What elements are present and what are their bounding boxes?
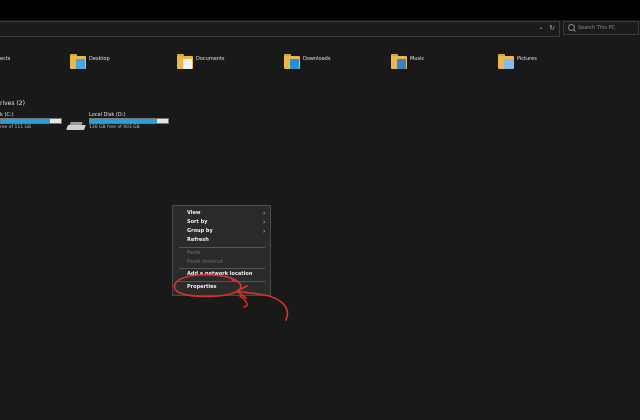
search-icon — [568, 24, 575, 31]
folder-label: Documents — [196, 56, 225, 62]
folder-label: Desktop — [89, 56, 110, 62]
chevron-right-icon: › — [263, 228, 266, 235]
menu-item-sort-by[interactable]: Sort by › — [173, 218, 270, 227]
menu-item-label: Group by — [187, 228, 213, 234]
pictures-folder-icon — [498, 53, 516, 71]
menu-separator — [179, 247, 265, 248]
documents-folder-icon — [177, 53, 195, 71]
desktop-folder-icon — [70, 53, 88, 71]
folder-label: Pictures — [517, 56, 537, 62]
menu-item-label: Paste — [187, 250, 201, 256]
folder-label: Music — [410, 56, 425, 62]
drive-usage-bar — [89, 118, 169, 124]
menu-item-group-by[interactable]: Group by › — [173, 227, 270, 236]
menu-item-label: Add a network location — [187, 271, 253, 277]
menu-item-refresh[interactable]: Refresh — [173, 236, 270, 245]
menu-item-label: View — [187, 210, 201, 216]
menu-item-label: Paste shortcut — [187, 259, 223, 265]
drive-free-space: 130 GB free of 903 GB — [89, 125, 140, 130]
search-placeholder: Search This PC — [578, 25, 616, 31]
annotation-overlay — [173, 274, 289, 321]
drive-free-space: ree of 111 GB — [0, 125, 32, 130]
drive-usage-fill — [90, 119, 158, 123]
menu-item-view[interactable]: View › — [173, 209, 270, 218]
address-bar[interactable] — [0, 21, 560, 37]
drives-section-header: rives (2) — [0, 100, 25, 107]
menu-separator — [179, 268, 265, 269]
music-folder-icon — [391, 53, 409, 71]
folder-label-partial: ects — [0, 56, 11, 62]
context-menu: View › Sort by › Group by › Refresh Past… — [172, 205, 271, 296]
refresh-icon[interactable]: ↻ — [546, 21, 558, 35]
window-top-bar — [0, 0, 640, 20]
chevron-right-icon: › — [263, 219, 266, 226]
chevron-right-icon: › — [263, 210, 266, 217]
hard-drive-icon — [66, 121, 87, 131]
menu-item-add-network-location[interactable]: Add a network location — [173, 270, 270, 279]
menu-item-properties[interactable]: Properties — [173, 283, 270, 292]
menu-item-paste[interactable]: Paste — [173, 249, 270, 258]
drive-usage-fill — [1, 119, 51, 123]
drive-usage-bar — [0, 118, 62, 124]
downloads-folder-icon — [284, 53, 302, 71]
search-input[interactable]: Search This PC — [563, 21, 639, 35]
folder-label: Downloads — [303, 56, 331, 62]
menu-item-paste-shortcut[interactable]: Paste shortcut — [173, 258, 270, 267]
menu-item-label: Refresh — [187, 237, 209, 243]
menu-item-label: Properties — [187, 284, 217, 290]
menu-item-label: Sort by — [187, 219, 208, 225]
menu-separator — [179, 281, 265, 282]
